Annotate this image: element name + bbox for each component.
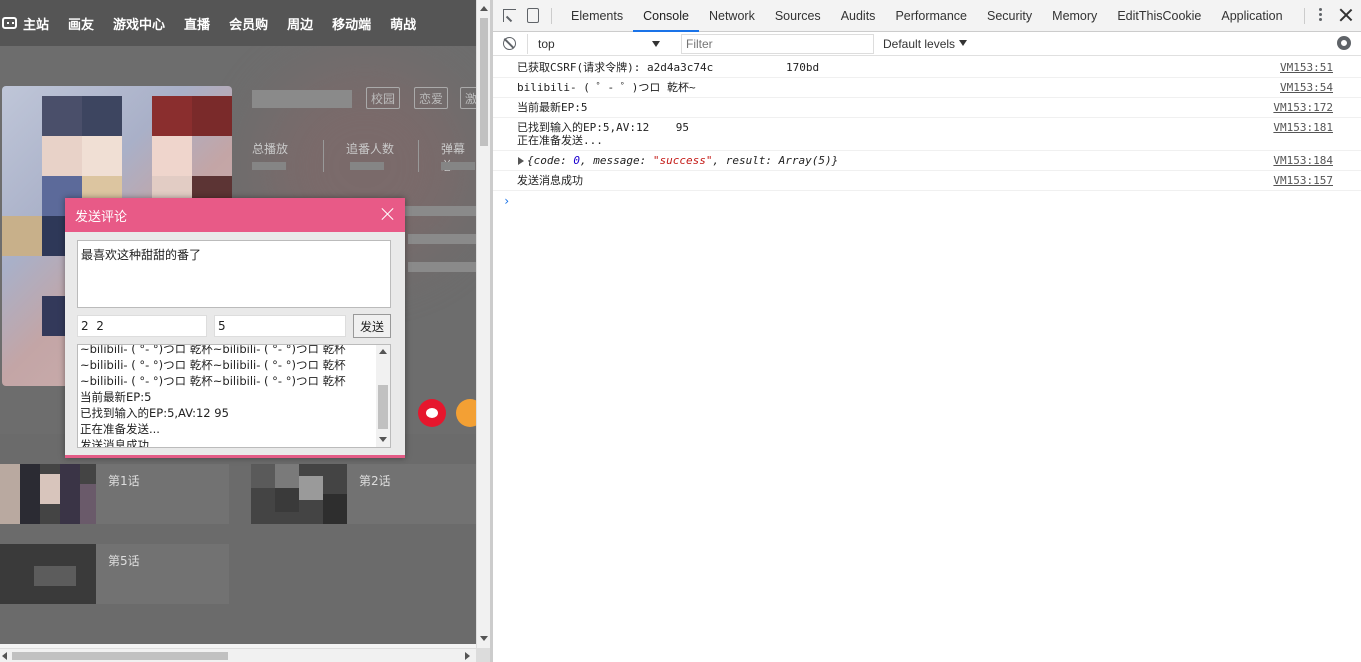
console-message: {code: 0, message: "success", result: Ar… [493,151,1361,171]
context-selector[interactable]: top [527,34,667,54]
log-lines: ~bilibili- ( °- °)つロ 乾杯~bilibili- ( °- °… [80,344,372,448]
clear-console-icon[interactable] [503,37,516,50]
scrollbar-corner [476,648,490,662]
console-message-text: 已获取CSRF(请求令牌): a2d4a3c74c 170bd [517,61,820,74]
scroll-down-icon[interactable] [480,636,488,641]
source-link[interactable]: VM153:181 [1273,121,1333,134]
console-messages: 已获取CSRF(请求令牌): a2d4a3c74c 170bd VM153:51 b… [493,58,1361,211]
scroll-down-icon[interactable] [379,437,387,442]
scroll-thumb[interactable] [378,385,388,429]
scroll-thumb[interactable] [480,18,488,146]
console-message: 已获取CSRF(请求令牌): a2d4a3c74c 170bd VM153:51 [493,58,1361,78]
log-line: ~bilibili- ( °- °)つロ 乾杯~bilibili- ( °- °… [80,374,346,388]
source-link[interactable]: VM153:184 [1273,154,1333,167]
object-message: "success" [652,154,713,167]
toolbar-divider [1304,8,1305,24]
console-message-text: bilibili- ( ゜- ゜)つロ 乾杯~ [517,81,696,94]
console-message: 当前最新EP:5 VM153:172 [493,98,1361,118]
log-scrollbar[interactable] [376,345,390,447]
log-line: 发送消息成功 [80,438,149,448]
page-vertical-scrollbar[interactable] [476,0,490,648]
console-toolbar: top Default levels [493,32,1361,56]
log-levels-dropdown[interactable]: Default levels [883,34,967,54]
chevron-down-icon [959,40,967,46]
source-link[interactable]: VM153:172 [1273,101,1333,114]
devtools-tabbar: Elements Console Network Sources Audits Perfo… [493,0,1361,32]
send-comment-dialog: 发送评论 发送 ~bilibili- ( °- °)つロ 乾杯~bilibili… [65,198,405,458]
object-suffix: , result: Array(5)} [712,154,839,167]
dialog-header: 发送评论 [65,198,405,232]
console-message: 已找到输入的EP:5,AV:12 95 正在准备发送... VM153:181 [493,118,1361,151]
scroll-left-icon[interactable] [2,652,7,660]
toolbar-divider [551,8,552,24]
object-code: 0 [573,154,580,167]
scroll-right-icon[interactable] [465,652,470,660]
console-prompt[interactable]: › [493,191,1361,211]
source-link[interactable]: VM153:157 [1273,174,1333,187]
source-link[interactable]: VM153:54 [1280,81,1333,94]
log-line: ~bilibili- ( °- °)つロ 乾杯~bilibili- ( °- °… [80,344,346,356]
more-menu-icon[interactable] [1319,8,1323,24]
devtools-tab-list: Elements Console Network Sources Audits Perfo… [561,0,1293,32]
tab-memory[interactable]: Memory [1042,0,1107,32]
log-line: 已找到输入的EP:5,AV:12 95 [80,406,229,420]
page-horizontal-scrollbar[interactable] [0,648,476,662]
log-line: 正在准备发送... [80,422,160,436]
console-message: 发送消息成功 VM153:157 [493,171,1361,191]
console-message-text: 发送消息成功 [517,174,583,187]
log-line: 当前最新EP:5 [80,390,152,404]
console-message-text: 已找到输入的EP:5,AV:12 95 正在准备发送... [517,121,689,147]
inspect-element-icon[interactable] [503,9,516,22]
tab-elements[interactable]: Elements [561,0,633,32]
tab-network[interactable]: Network [699,0,765,32]
console-object-preview[interactable]: {code: 0, message: "success", result: Ar… [527,154,838,167]
device-toolbar-icon[interactable] [527,8,539,23]
dialog-title: 发送评论 [75,209,128,225]
object-prefix: {code: [527,154,574,167]
object-mid: , message: [579,154,653,167]
scroll-up-icon[interactable] [379,349,387,354]
scroll-thumb[interactable] [12,652,228,660]
tab-security[interactable]: Security [977,0,1042,32]
console-message: bilibili- ( ゜- ゜)つロ 乾杯~ VM153:54 [493,78,1361,98]
ep-input[interactable] [214,315,346,337]
tab-performance[interactable]: Performance [885,0,977,32]
levels-label: Default levels [883,37,956,51]
gear-icon[interactable] [1337,36,1351,50]
tab-console[interactable]: Console [633,0,699,32]
close-icon[interactable] [1339,8,1353,22]
devtools-panel: Elements Console Network Sources Audits Perfo… [493,0,1361,662]
log-output[interactable]: ~bilibili- ( °- °)つロ 乾杯~bilibili- ( °- °… [77,344,391,448]
comment-textarea[interactable] [77,240,391,308]
scroll-up-icon[interactable] [480,6,488,11]
expand-triangle-icon[interactable] [518,157,524,165]
log-line: ~bilibili- ( °- °)つロ 乾杯~bilibili- ( °- °… [80,358,346,372]
source-link[interactable]: VM153:51 [1280,61,1333,74]
console-message-text: 当前最新EP:5 [517,101,588,114]
tab-application[interactable]: Application [1211,0,1292,32]
tab-editthiscookie[interactable]: EditThisCookie [1107,0,1211,32]
web-page: 主站 画友 游戏中心 直播 会员购 周边 移动端 萌战 校园 恋爱 激 总播放 … [0,0,476,662]
tab-audits[interactable]: Audits [831,0,886,32]
chevron-down-icon [652,41,660,47]
close-icon[interactable] [381,207,395,221]
send-button[interactable]: 发送 [353,314,391,338]
filter-input[interactable] [681,34,874,54]
av-input[interactable] [77,315,207,337]
tab-sources[interactable]: Sources [765,0,831,32]
context-label: top [538,37,555,51]
